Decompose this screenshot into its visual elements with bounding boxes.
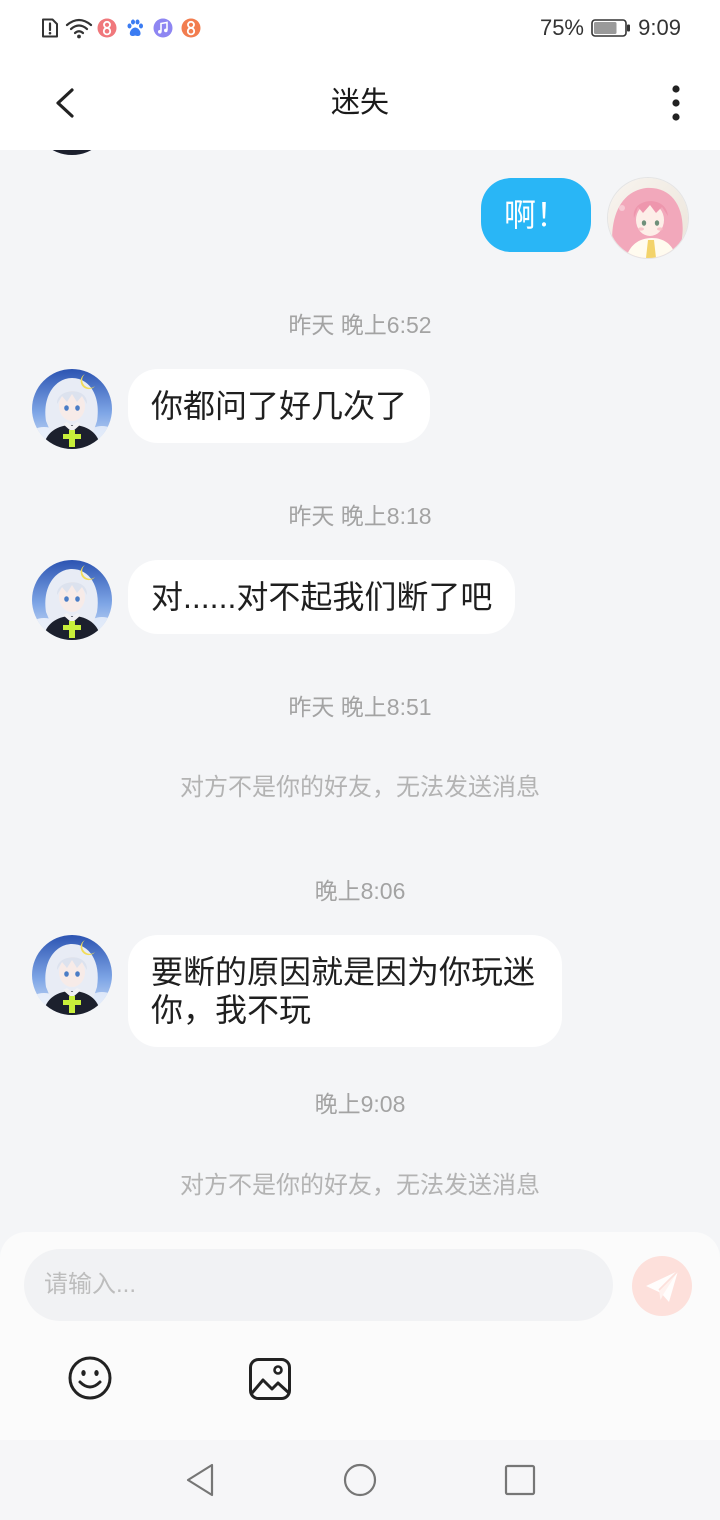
nav-back-button[interactable] xyxy=(178,1458,222,1502)
message-timestamp: 晚上9:08 xyxy=(314,1091,406,1117)
app-orange-icon xyxy=(181,18,201,38)
chevron-left-icon xyxy=(56,88,74,118)
image-icon xyxy=(249,1358,291,1400)
nav-home-icon xyxy=(343,1463,377,1497)
send-button[interactable] xyxy=(632,1256,692,1316)
system-notice: 对方不是你的好友，无法发送消息 xyxy=(180,1172,540,1199)
battery-icon xyxy=(591,19,631,37)
message-timestamp: 昨天 晚上8:18 xyxy=(288,503,432,529)
contact-avatar[interactable] xyxy=(32,560,112,640)
emoji-button[interactable] xyxy=(68,1356,112,1400)
composer-panel xyxy=(0,1232,720,1440)
message-bubble-received[interactable]: 对......对不起我们断了吧 xyxy=(128,560,516,634)
battery-percent: 75% xyxy=(539,15,584,40)
chat-screen: 75% 9:09 迷失 啊！ 昨天 晚上6:52 你都问了好几次了 昨天 晚上8… xyxy=(0,0,720,1520)
more-vertical-icon xyxy=(672,85,680,121)
message-row-received xyxy=(0,150,720,155)
app-pink-icon xyxy=(97,18,117,38)
message-row-received: 你都问了好几次了 xyxy=(0,369,720,449)
nav-recents-icon xyxy=(504,1464,536,1496)
contact-avatar[interactable] xyxy=(32,935,112,1015)
system-notice: 对方不是你的好友，无法发送消息 xyxy=(180,774,540,801)
nav-recents-button[interactable] xyxy=(498,1458,542,1502)
sim-alert-icon xyxy=(40,17,60,39)
image-button[interactable] xyxy=(248,1357,292,1401)
contact-avatar[interactable] xyxy=(32,150,112,155)
back-button[interactable] xyxy=(44,78,86,128)
message-bubble-received[interactable]: 你都问了好几次了 xyxy=(128,369,431,443)
message-timestamp: 昨天 晚上6:52 xyxy=(288,312,432,338)
contact-avatar[interactable] xyxy=(32,369,112,449)
message-row-sent: 啊！ xyxy=(0,178,720,258)
nav-back-icon xyxy=(186,1463,214,1497)
wifi-icon xyxy=(65,17,93,39)
self-avatar[interactable] xyxy=(608,178,688,258)
baidu-paw-icon xyxy=(125,18,145,38)
message-row-received: 对......对不起我们断了吧 xyxy=(0,560,720,640)
nav-home-button[interactable] xyxy=(338,1458,382,1502)
system-nav-bar xyxy=(0,1440,720,1520)
message-list[interactable]: 啊！ 昨天 晚上6:52 你都问了好几次了 昨天 晚上8:18 对......对… xyxy=(0,150,720,1260)
music-note-icon xyxy=(153,18,173,38)
message-row-received: 要断的原因就是因为你玩迷你，我不玩 xyxy=(0,935,720,1047)
chat-header: 迷失 xyxy=(0,56,720,150)
message-bubble-received[interactable]: 要断的原因就是因为你玩迷你，我不玩 xyxy=(128,935,562,1047)
message-input[interactable] xyxy=(24,1249,613,1321)
send-icon xyxy=(646,1270,679,1302)
more-options-button[interactable] xyxy=(656,78,696,128)
message-timestamp: 晚上8:06 xyxy=(314,878,406,904)
status-bar: 75% 9:09 xyxy=(0,0,720,56)
message-bubble-sent[interactable]: 啊！ xyxy=(480,178,591,252)
battery-level-fill xyxy=(594,22,617,34)
message-timestamp: 昨天 晚上8:51 xyxy=(288,694,432,720)
emoji-icon xyxy=(68,1356,112,1400)
clock-time: 9:09 xyxy=(638,15,681,40)
page-title: 迷失 xyxy=(330,87,389,119)
